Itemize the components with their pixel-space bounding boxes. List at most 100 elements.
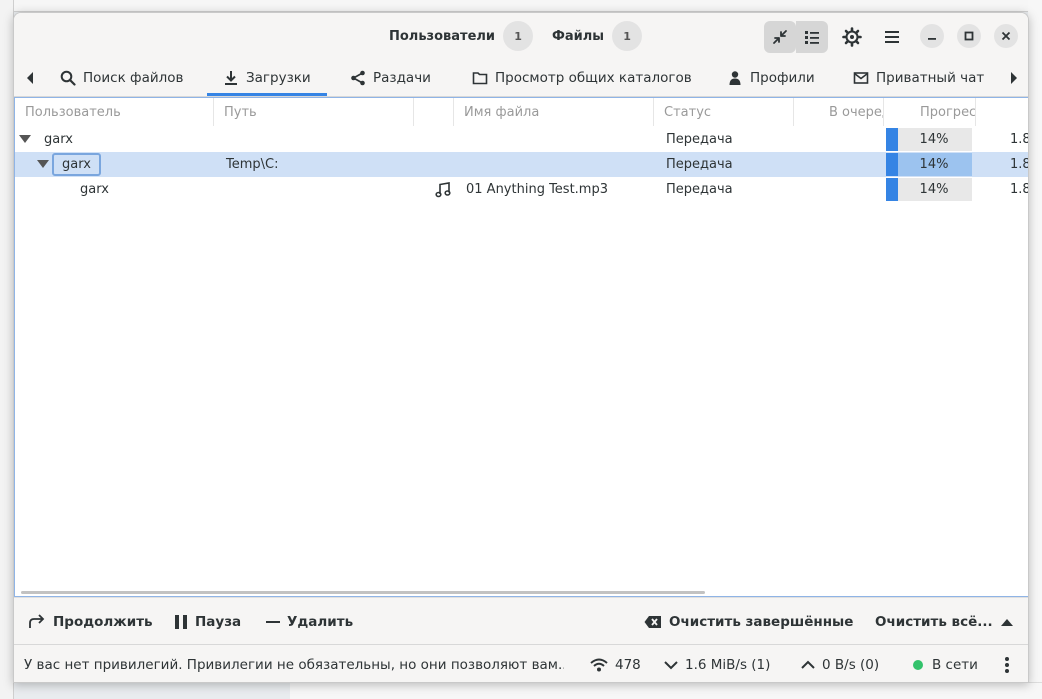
clear-icon bbox=[644, 615, 661, 628]
share-icon bbox=[351, 70, 365, 86]
row-filetype bbox=[435, 177, 451, 202]
row-status: Передача bbox=[666, 182, 733, 197]
download-speed: 1.6 MiB/s (1) bbox=[685, 657, 771, 673]
group-by-folder-button[interactable] bbox=[796, 21, 828, 53]
expander-arrow-icon[interactable] bbox=[37, 160, 49, 168]
tabs-scroll-left-button[interactable] bbox=[22, 70, 38, 86]
row-user: garx bbox=[52, 152, 101, 177]
person-icon bbox=[729, 71, 741, 85]
minimize-icon bbox=[928, 38, 936, 40]
online-status-button[interactable]: В сети bbox=[913, 645, 978, 682]
upload-speed: 0 B/s (0) bbox=[822, 657, 880, 673]
online-status-dot bbox=[913, 660, 923, 670]
column-header-path[interactable]: Путь bbox=[214, 98, 414, 126]
main-menu-button[interactable] bbox=[876, 21, 908, 53]
tab-label: Приватный чат bbox=[876, 70, 985, 86]
row-user-focused: garx bbox=[52, 153, 101, 176]
users-count-badge: 1 bbox=[503, 21, 534, 51]
online-status-label: В сети bbox=[932, 657, 978, 673]
files-view-tab[interactable]: Файлы 1 bbox=[552, 21, 643, 51]
transfer-action-bar: Продолжить Пауза Удалить Очистить заверш… bbox=[14, 597, 1028, 645]
more-options-button[interactable] bbox=[1004, 645, 1017, 682]
close-button[interactable] bbox=[994, 24, 1018, 48]
pause-button[interactable]: Пауза bbox=[174, 598, 241, 645]
progress-label: 14% bbox=[919, 182, 949, 197]
expander-arrow-icon[interactable] bbox=[19, 135, 31, 143]
preferences-button[interactable] bbox=[836, 21, 868, 53]
chevron-left-icon bbox=[27, 72, 33, 84]
download-speed-indicator[interactable]: 1.6 MiB/s (1) bbox=[664, 645, 771, 682]
gear-icon bbox=[842, 27, 862, 47]
minimize-button[interactable] bbox=[920, 24, 944, 48]
tab-browse-shares[interactable]: Просмотр общих каталогов bbox=[472, 59, 692, 97]
close-icon bbox=[1001, 31, 1011, 41]
tab-label: Загрузки bbox=[246, 70, 311, 86]
row-user: garx bbox=[80, 182, 109, 197]
table-row[interactable]: garx Передача 14% 1.8 bbox=[15, 127, 1028, 152]
column-header-user[interactable]: Пользователь bbox=[15, 98, 214, 126]
background-window-bottom bbox=[290, 682, 1042, 699]
resume-label: Продолжить bbox=[53, 613, 153, 630]
tab-uploads[interactable]: Раздачи bbox=[350, 59, 431, 97]
tab-profiles[interactable]: Профили bbox=[727, 59, 815, 97]
mail-icon bbox=[853, 72, 869, 84]
row-user: garx bbox=[44, 132, 73, 147]
clear-all-label: Очистить всё... bbox=[875, 613, 993, 630]
clear-all-menu-button[interactable]: Очистить всё... bbox=[875, 598, 1020, 645]
tab-downloads[interactable]: Загрузки bbox=[207, 59, 327, 97]
column-header-progress[interactable]: Прогресс bbox=[884, 98, 976, 126]
clear-finished-button[interactable]: Очистить завершённые bbox=[644, 598, 853, 645]
tabs-scroll-right-button[interactable] bbox=[1006, 70, 1022, 86]
folder-icon bbox=[472, 72, 488, 85]
download-icon bbox=[225, 71, 237, 85]
row-size: 1.8 bbox=[1010, 182, 1029, 197]
chevron-right-icon bbox=[1011, 72, 1017, 84]
collapse-all-button[interactable] bbox=[764, 21, 796, 53]
downloads-table[interactable]: Пользователь Путь Имя файла Статус В оче… bbox=[14, 97, 1029, 597]
column-header-filetype[interactable] bbox=[414, 98, 454, 126]
progress-bar: 14% bbox=[886, 178, 972, 201]
tab-label: Просмотр общих каталогов bbox=[495, 70, 692, 86]
search-icon bbox=[60, 70, 76, 86]
tab-label: Раздачи bbox=[373, 70, 431, 86]
wifi-icon bbox=[590, 658, 608, 672]
background-window-right bbox=[1028, 0, 1042, 699]
horizontal-scrollbar[interactable] bbox=[21, 591, 705, 594]
status-bar: У вас нет привилегий. Привилегии не обяз… bbox=[14, 644, 1028, 682]
pause-icon bbox=[175, 614, 187, 629]
column-header-queue[interactable]: В очереди bbox=[794, 98, 884, 126]
row-size: 1.8 bbox=[1010, 157, 1029, 172]
row-path: Temp\C: bbox=[226, 157, 279, 172]
clear-finished-label: Очистить завершённые bbox=[669, 613, 854, 630]
chevron-up-icon bbox=[801, 660, 815, 669]
list-tree-icon bbox=[805, 31, 819, 44]
collapse-icon bbox=[773, 30, 787, 44]
tab-label: Профили bbox=[750, 70, 815, 86]
resume-button[interactable]: Продолжить bbox=[28, 598, 153, 645]
column-header-filename[interactable]: Имя файла bbox=[454, 98, 654, 126]
maximize-icon bbox=[964, 31, 974, 41]
users-view-tab[interactable]: Пользователи 1 bbox=[389, 21, 534, 51]
column-header-queue-text: В очереди bbox=[829, 104, 883, 120]
table-row[interactable]: garx 01 Anything Test.mp3 Передача 14% 1… bbox=[15, 177, 1029, 202]
status-message[interactable]: У вас нет привилегий. Привилегии не обяз… bbox=[24, 645, 564, 682]
column-header-status[interactable]: Статус bbox=[654, 98, 794, 126]
tab-search-files[interactable]: Поиск файлов bbox=[60, 59, 184, 97]
progress-bar: 14% bbox=[886, 153, 972, 176]
pause-label: Пауза bbox=[195, 613, 242, 630]
tab-private-chat[interactable]: Приватный чат bbox=[853, 59, 1003, 97]
header-bar: Пользователи 1 Файлы 1 bbox=[14, 13, 1028, 59]
vertical-ellipsis-icon bbox=[1005, 657, 1009, 673]
row-status: Передача bbox=[666, 132, 733, 147]
files-count-badge: 1 bbox=[612, 21, 643, 51]
main-tabs: Поиск файлов Загрузки Раздачи Просмотр о… bbox=[14, 59, 1028, 97]
tab-label: Поиск файлов bbox=[83, 70, 184, 86]
remove-button[interactable]: Удалить bbox=[266, 598, 353, 645]
background-window-left bbox=[0, 0, 14, 699]
maximize-button[interactable] bbox=[957, 24, 981, 48]
upload-speed-indicator[interactable]: 0 B/s (0) bbox=[801, 645, 880, 682]
table-row-selected[interactable]: garx Temp\C: Передача 14% 1.8 bbox=[15, 152, 1029, 177]
chevron-up-icon bbox=[1000, 618, 1013, 626]
files-tab-label: Файлы bbox=[552, 28, 605, 44]
connections-indicator[interactable]: 478 bbox=[590, 645, 641, 682]
